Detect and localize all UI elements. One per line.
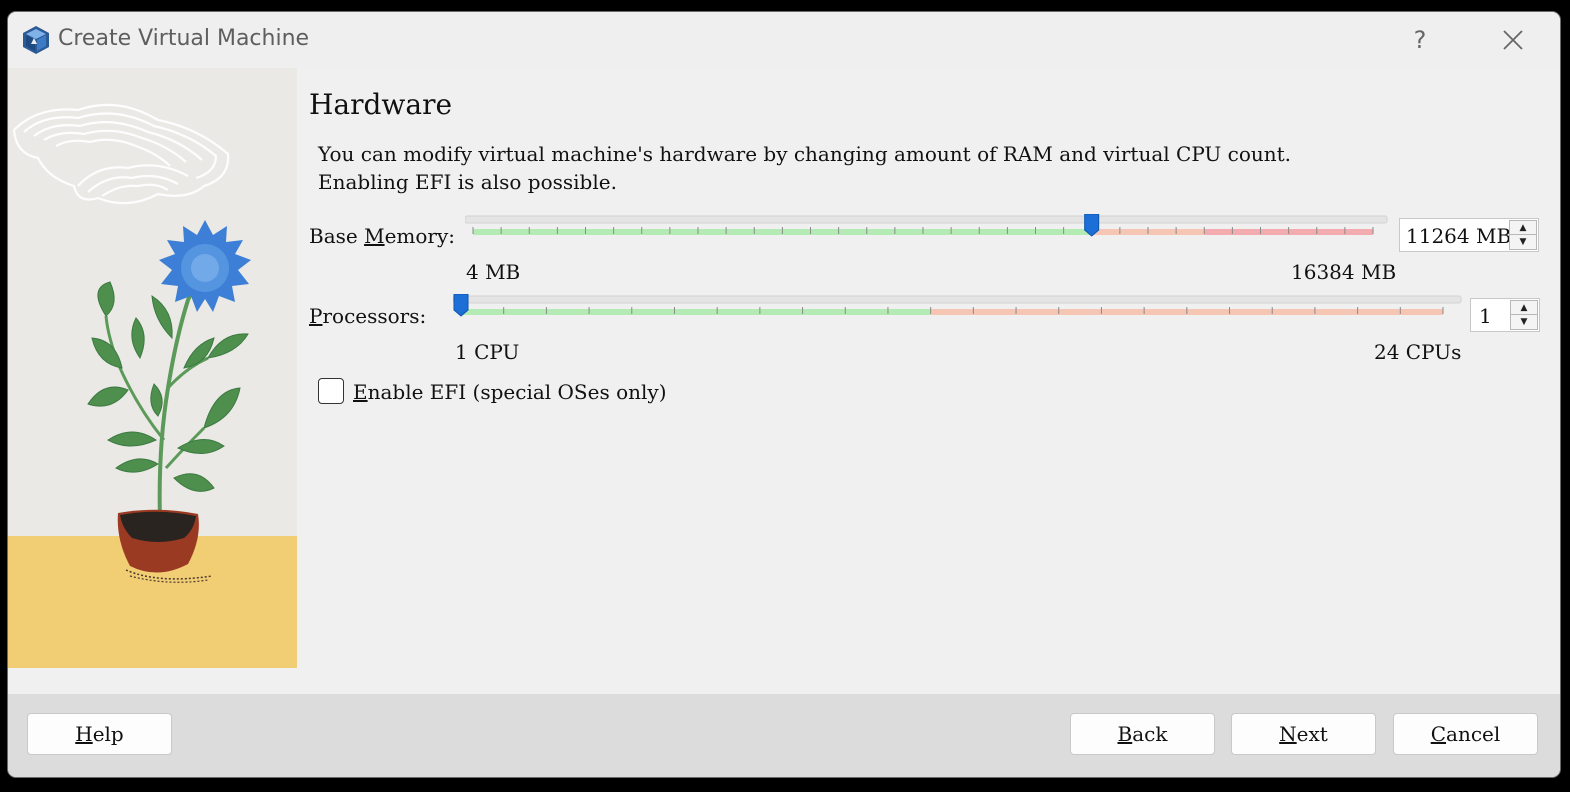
arrow-down-icon: ▼ (1520, 317, 1528, 327)
arrow-up-icon: ▲ (1519, 223, 1527, 233)
slider-groove (453, 295, 1462, 304)
help-button[interactable]: Help (27, 713, 172, 755)
processors-slider[interactable] (453, 294, 1463, 332)
base-memory-spinbox[interactable]: 11264 MB ▲ ▼ (1399, 218, 1539, 252)
processors-decrease-button[interactable]: ▼ (1510, 314, 1538, 330)
virtualbox-icon (23, 26, 49, 54)
button-bar: Help Back Next Cancel (8, 694, 1560, 777)
cancel-button[interactable]: Cancel (1393, 713, 1538, 755)
enable-efi-checkbox[interactable] (318, 378, 344, 404)
wizard-page: Hardware You can modify virtual machine'… (297, 68, 1560, 694)
back-button[interactable]: Back (1070, 713, 1215, 755)
close-icon (1503, 30, 1523, 50)
context-help-button[interactable]: ? (1398, 20, 1442, 60)
memory-max-label: 16384 MB (1291, 260, 1397, 284)
base-memory-value: 11264 MB (1406, 224, 1512, 248)
page-description: You can modify virtual machine's hardwar… (318, 142, 1292, 194)
close-button[interactable] (1491, 20, 1535, 60)
slider-range-0 (461, 309, 931, 315)
arrow-up-icon: ▲ (1520, 303, 1528, 313)
base-memory-slider[interactable] (465, 214, 1389, 252)
processors-value: 1 (1479, 304, 1492, 328)
base-memory-label: Base Memory: (309, 224, 456, 248)
slider-groove (465, 215, 1388, 224)
title-bar: Create Virtual Machine ? (8, 12, 1560, 68)
window-title: Create Virtual Machine (58, 26, 310, 51)
processors-label: Processors: (309, 304, 427, 328)
create-vm-dialog: Create Virtual Machine ? Hardware You ca… (8, 12, 1560, 777)
arrow-down-icon: ▼ (1519, 237, 1527, 247)
memory-min-label: 4 MB (466, 260, 521, 284)
processors-min-label: 1 CPU (455, 340, 520, 364)
page-title: Hardware (309, 88, 453, 121)
memory-decrease-button[interactable]: ▼ (1509, 234, 1537, 250)
enable-efi-label[interactable]: Enable EFI (special OSes only) (353, 380, 667, 404)
processors-spinbox[interactable]: 1 ▲ ▼ (1470, 298, 1540, 332)
processors-max-label: 24 CPUs (1374, 340, 1462, 364)
wizard-illustration (8, 68, 297, 668)
next-button[interactable]: Next (1231, 713, 1376, 755)
